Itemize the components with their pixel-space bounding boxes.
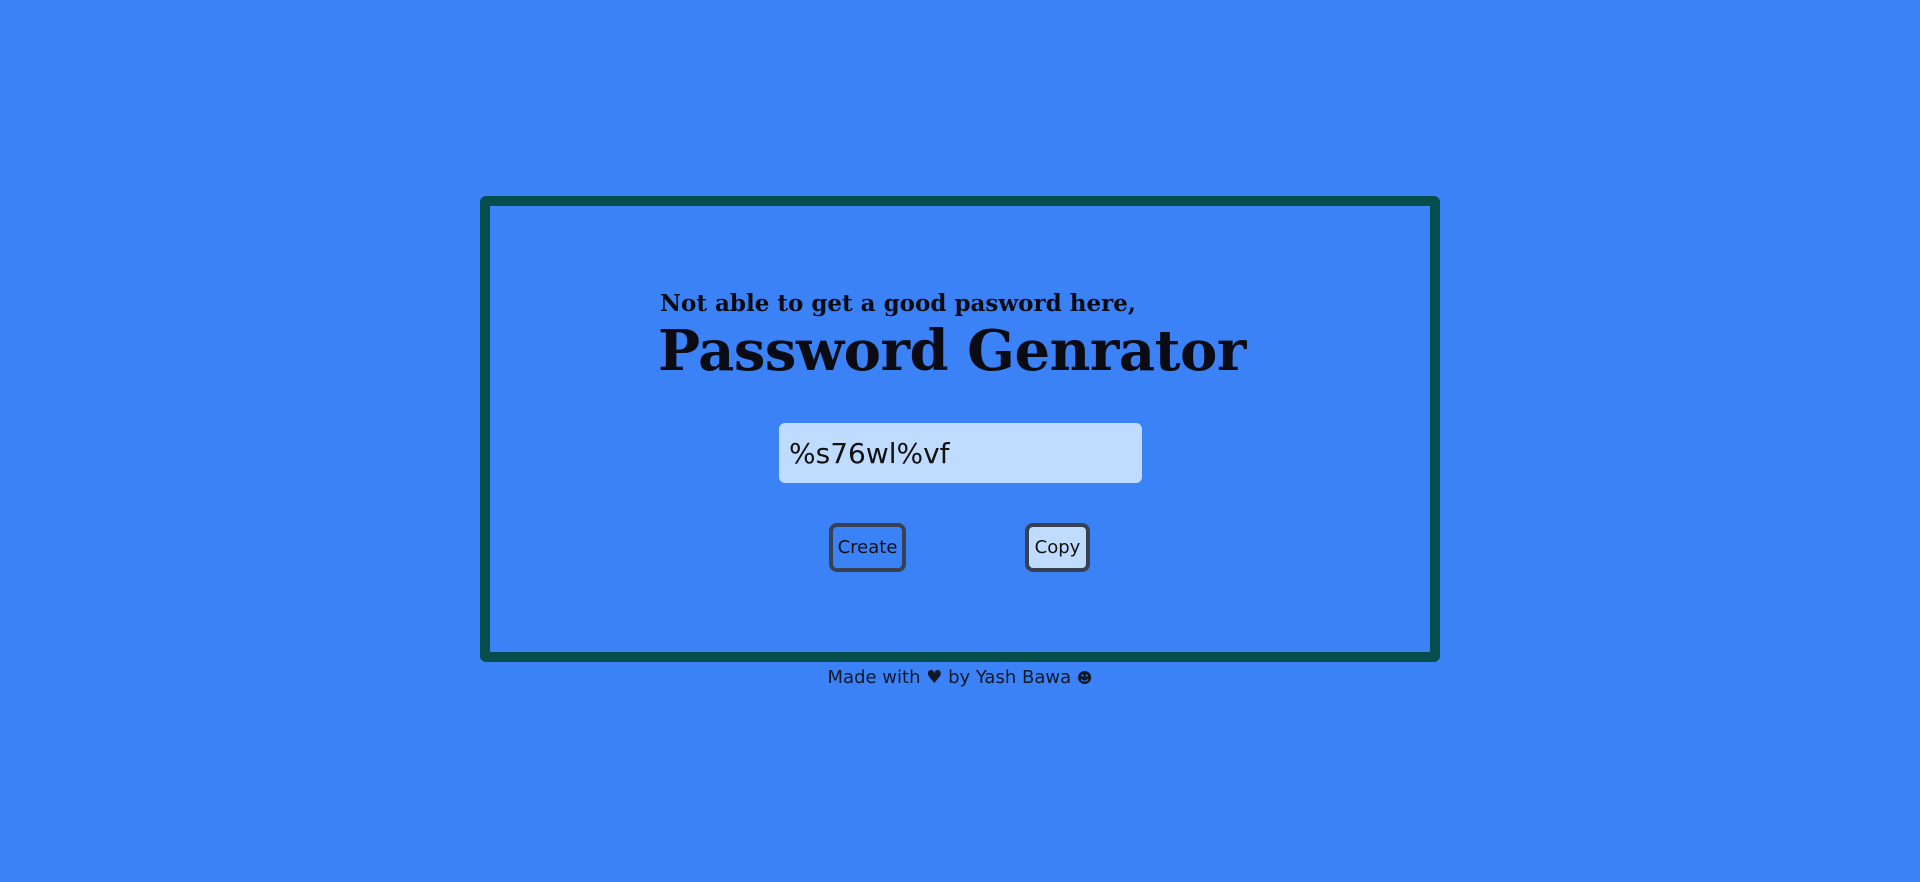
footer: Made with ♥ by Yash Bawa ☻ [0,666,1920,690]
smiley-icon: ☻ [1076,669,1093,687]
footer-made-with: Made with [827,667,921,688]
copy-button[interactable]: Copy [1025,523,1090,572]
page-title: Password Genrator [658,318,1246,384]
page-subtitle: Not able to get a good pasword here, [660,290,1136,317]
password-output-field[interactable] [779,423,1142,483]
footer-author: by Yash Bawa [948,667,1072,688]
heart-icon: ♥ [926,667,943,688]
create-button[interactable]: Create [829,523,906,572]
